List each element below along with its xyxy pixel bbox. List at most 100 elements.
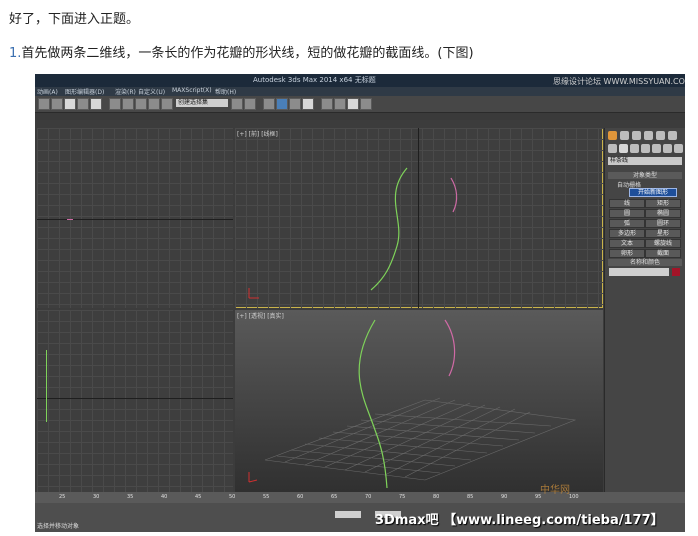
max-screenshot: Autodesk 3ds Max 2014 x64 无标题 思缘设计论坛 WWW…: [35, 74, 685, 532]
timeline-tick: 25: [59, 494, 66, 500]
object-type-rollout-header[interactable]: 对象类型: [608, 172, 682, 179]
menu-customize[interactable]: 自定义(U): [138, 87, 165, 96]
long-spline-left-view: [46, 350, 47, 422]
short-spline-persp: [444, 319, 456, 377]
viewport-left[interactable]: [37, 310, 233, 492]
shape-button-egg[interactable]: 卵形: [609, 249, 645, 258]
shapes-icon[interactable]: [619, 144, 628, 153]
rotate-icon[interactable]: [77, 98, 89, 110]
render-setup-icon[interactable]: [334, 98, 346, 110]
select-icon[interactable]: [38, 98, 50, 110]
start-new-shape-button[interactable]: 开始新图形: [629, 188, 677, 197]
timeline-tick: 75: [399, 494, 406, 500]
viewport-grid: [37, 128, 233, 308]
snap-icon[interactable]: [109, 98, 121, 110]
lights-icon[interactable]: [630, 144, 639, 153]
perspective-grid: [264, 397, 577, 481]
viewport-top[interactable]: [37, 128, 233, 308]
perspective-scene: [248, 319, 577, 489]
timeline-tick: 90: [501, 494, 508, 500]
align-icon[interactable]: [244, 98, 256, 110]
hierarchy-tab-icon[interactable]: [632, 131, 641, 140]
command-panel: 样条线 对象类型 自动栅格 开始新图形 线 矩形 圆 椭圆 弧 圆环 多边形 星…: [604, 128, 685, 492]
short-spline-top-view: [67, 219, 73, 220]
axis-gizmo-front: [248, 288, 259, 299]
title-bar: Autodesk 3ds Max 2014 x64 无标题 思缘设计论坛 WWW…: [35, 74, 685, 87]
move-icon[interactable]: [64, 98, 76, 110]
shape-button-circle[interactable]: 圆: [609, 209, 645, 218]
shape-button-arc[interactable]: 弧: [609, 219, 645, 228]
x-coord-field[interactable]: [335, 511, 361, 518]
shape-button-line[interactable]: 线: [609, 199, 645, 208]
menu-graph-editors[interactable]: 图形编辑器(D): [65, 87, 104, 96]
create-tab-icon[interactable]: [608, 131, 617, 140]
schematic-icon[interactable]: [302, 98, 314, 110]
timeline-tick: 40: [161, 494, 168, 500]
menu-help[interactable]: 帮助(H): [215, 87, 236, 96]
material-editor-icon[interactable]: [321, 98, 333, 110]
cameras-icon[interactable]: [641, 144, 650, 153]
edit-named-sel-icon[interactable]: [161, 98, 173, 110]
shape-button-ngon[interactable]: 多边形: [609, 229, 645, 238]
shape-button-text[interactable]: 文本: [609, 239, 645, 248]
utilities-tab-icon[interactable]: [668, 131, 677, 140]
intro-text: 好了，下面进入正题。: [9, 12, 140, 27]
modify-tab-icon[interactable]: [620, 131, 629, 140]
timeline-tick: 55: [263, 494, 270, 500]
render-frame-icon[interactable]: [347, 98, 359, 110]
axis-line: [37, 398, 233, 399]
viewport-label-perspective[interactable]: [+] [透视] [真实]: [237, 311, 284, 320]
render-icon[interactable]: [360, 98, 372, 110]
menu-maxscript[interactable]: MAXScript(X): [172, 87, 212, 94]
object-color-swatch[interactable]: [672, 268, 680, 276]
short-spline-front: [450, 177, 458, 213]
shape-button-helix[interactable]: 螺旋线: [645, 239, 681, 248]
scale-icon[interactable]: [90, 98, 102, 110]
layer-icon[interactable]: [263, 98, 275, 110]
angle-snap-icon[interactable]: [122, 98, 134, 110]
window-title: Autodesk 3ds Max 2014 x64 无标题: [253, 76, 376, 84]
timeline-tick: 80: [433, 494, 440, 500]
menu-animation[interactable]: 动画(A): [37, 87, 58, 96]
timeline-tick: 50: [229, 494, 236, 500]
systems-icon[interactable]: [674, 144, 683, 153]
shape-category-dropdown[interactable]: 样条线: [608, 157, 682, 165]
menu-bar: 动画(A) 图形编辑器(D) 渲染(R) 自定义(U) MAXScript(X)…: [35, 87, 685, 96]
shape-button-section[interactable]: 截面: [645, 249, 681, 258]
spacewarps-icon[interactable]: [663, 144, 672, 153]
timeline-tick: 65: [331, 494, 338, 500]
menu-rendering[interactable]: 渲染(R): [115, 87, 136, 96]
spinner-snap-icon[interactable]: [148, 98, 160, 110]
viewport-perspective[interactable]: [+] [透视] [真实]: [235, 310, 603, 492]
timeline-tick: 85: [467, 494, 474, 500]
ribbon-strip: [35, 113, 685, 120]
timeline-tick: 30: [93, 494, 100, 500]
timeline[interactable]: 25 30 35 40 45 50 55 60 65 70 75 80 85 9…: [35, 492, 685, 503]
name-color-rollout-header[interactable]: 名称和颜色: [608, 259, 682, 266]
display-tab-icon[interactable]: [656, 131, 665, 140]
step-description: 首先做两条二维线，一条长的作为花瓣的形状线，短的做花瓣的截面线。(下图): [21, 46, 474, 61]
timeline-tick: 60: [297, 494, 304, 500]
viewport-front[interactable]: [+] [前] [线框]: [235, 128, 603, 308]
top-watermark: 思缘设计论坛 WWW.MISSYUAN.COM: [553, 77, 685, 86]
mirror-icon[interactable]: [231, 98, 243, 110]
geometry-icon[interactable]: [608, 144, 617, 153]
shape-button-rectangle[interactable]: 矩形: [645, 199, 681, 208]
select-name-icon[interactable]: [51, 98, 63, 110]
main-toolbar: 创建选择集: [35, 96, 685, 113]
step-text: 1.首先做两条二维线，一条长的作为花瓣的形状线，短的做花瓣的截面线。(下图): [9, 42, 474, 61]
long-spline-front: [370, 167, 408, 291]
logo-watermark: 中华网: [540, 485, 570, 496]
named-selection-dropdown[interactable]: 创建选择集: [176, 99, 228, 107]
object-name-field[interactable]: [609, 268, 669, 276]
motion-tab-icon[interactable]: [644, 131, 653, 140]
shape-button-star[interactable]: 星形: [645, 229, 681, 238]
percent-snap-icon[interactable]: [135, 98, 147, 110]
timeline-tick: 35: [127, 494, 134, 500]
shape-button-ellipse[interactable]: 椭圆: [645, 209, 681, 218]
shape-button-donut[interactable]: 圆环: [645, 219, 681, 228]
graphite-icon[interactable]: [276, 98, 288, 110]
front-splines: [248, 167, 458, 299]
helpers-icon[interactable]: [652, 144, 661, 153]
curve-editor-icon[interactable]: [289, 98, 301, 110]
